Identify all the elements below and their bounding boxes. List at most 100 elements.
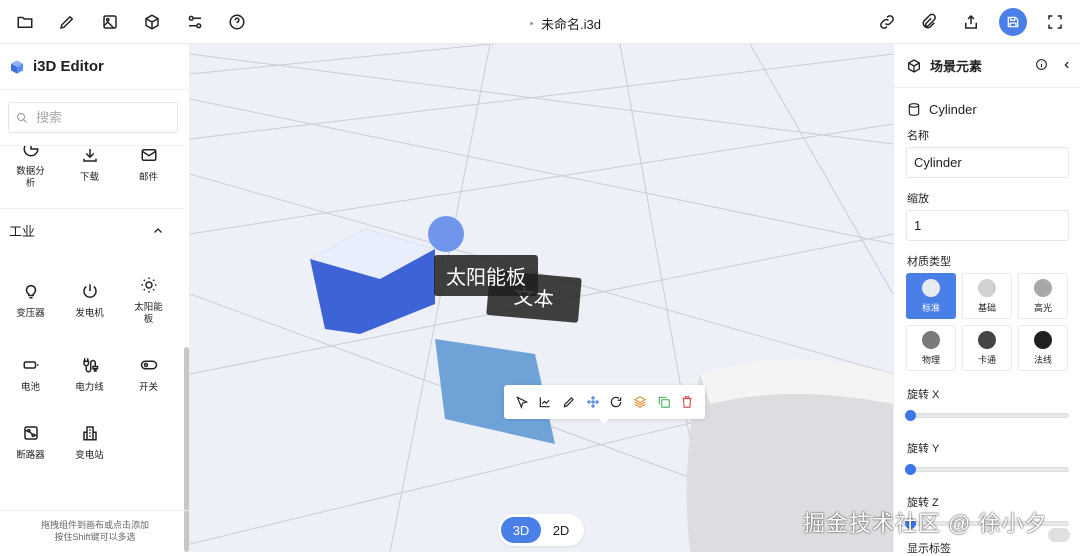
component-solar-panel[interactable]: 太阳能板 (119, 276, 178, 326)
layers-icon[interactable] (633, 395, 647, 409)
material-basic[interactable]: 基础 (962, 273, 1012, 319)
component-label: 开关 (138, 382, 158, 393)
building-icon (82, 426, 97, 441)
section-title: 工业 (9, 224, 36, 239)
component-label: 变压器 (16, 308, 45, 319)
view-mode-toggle: 3D 2D (498, 514, 584, 546)
sliders-icon[interactable] (175, 3, 215, 41)
power-icon (82, 284, 97, 298)
material-physical[interactable]: 物理 (906, 325, 956, 371)
material-phong[interactable]: 高光 (1018, 273, 1068, 319)
component-mail[interactable]: 邮件 (119, 146, 178, 208)
component-list: 数据分析 下载 邮件 工业 变压器 发电机 太阳能板 电池 电力线 开关 断路器… (0, 145, 184, 509)
toggle-icon (140, 360, 157, 370)
cylinder-icon (908, 103, 920, 116)
component-battery[interactable]: 电池 (1, 356, 60, 394)
name-input[interactable]: Cylinder (906, 147, 1069, 178)
save-button[interactable] (993, 3, 1032, 41)
image-icon[interactable] (90, 3, 130, 41)
search-box[interactable] (8, 102, 178, 133)
scale-label: 缩放 (907, 193, 929, 205)
file-name: 未命名.i3d (541, 17, 601, 32)
paperclip-icon[interactable] (909, 3, 948, 41)
logo-cube-icon (11, 59, 23, 74)
delete-icon[interactable] (680, 395, 694, 409)
download-icon (82, 149, 97, 162)
chevron-up-icon[interactable] (152, 225, 164, 237)
component-download[interactable]: 下载 (60, 146, 119, 208)
component-breaker[interactable]: 断路器 (1, 424, 60, 462)
mode-2d-button[interactable]: 2D (541, 517, 581, 543)
cube-icon (908, 58, 920, 73)
file-title: 未命名.i3d (530, 14, 601, 33)
chart-pie-icon (23, 146, 39, 157)
edit-icon[interactable] (562, 395, 576, 409)
component-label: 发电机 (75, 308, 104, 319)
object-toolbar (504, 385, 705, 424)
material-swatch (922, 330, 940, 349)
section-industry-header[interactable]: 工业 (0, 208, 184, 252)
app-name: i3D Editor (33, 58, 104, 75)
pencil-icon[interactable] (48, 3, 88, 41)
material-swatch (978, 330, 996, 349)
folder-icon[interactable] (5, 3, 45, 41)
material-swatch (1034, 278, 1052, 297)
chart-line-icon[interactable] (538, 395, 552, 409)
move-icon[interactable] (586, 395, 600, 409)
share-icon[interactable] (951, 3, 990, 41)
rotate-y-slider[interactable] (905, 464, 1069, 475)
material-label-text: 法线 (1033, 354, 1052, 365)
search-input[interactable] (36, 110, 156, 125)
component-substation[interactable]: 变电站 (60, 424, 119, 462)
material-label-text: 卡通 (977, 354, 996, 365)
material-swatch (922, 278, 940, 297)
panel-title: 场景元素 (930, 59, 983, 74)
component-label: 太阳能板 (134, 302, 163, 325)
help-icon[interactable] (218, 3, 258, 41)
material-label: 材质类型 (907, 256, 951, 268)
slider-thumb[interactable] (905, 464, 916, 475)
rotate-x-slider[interactable] (905, 410, 1069, 421)
breaker-icon (23, 426, 38, 440)
rotate-x-label: 旋转 X (907, 389, 940, 401)
rotate-y-label: 旋转 Y (907, 443, 940, 455)
plug-icon (82, 358, 98, 373)
component-power-line[interactable]: 电力线 (60, 356, 119, 394)
fullscreen-icon[interactable] (1035, 3, 1074, 41)
select-icon[interactable] (515, 395, 529, 409)
slider-thumb[interactable] (905, 410, 916, 421)
component-transformer[interactable]: 变压器 (1, 282, 60, 326)
info-icon[interactable] (1035, 58, 1048, 71)
material-label-text: 高光 (1033, 302, 1052, 313)
hint-line: 拖拽组件到画布或点击添加 (40, 520, 149, 530)
panel-header: 场景元素 (894, 44, 1080, 88)
app-logo: i3D Editor (0, 44, 189, 90)
object-name: Cylinder (929, 102, 977, 117)
rotate-icon[interactable] (609, 395, 623, 409)
component-data-analysis[interactable]: 数据分析 (1, 146, 60, 208)
scale-input[interactable]: 1 (906, 210, 1069, 241)
component-generator[interactable]: 发电机 (60, 282, 119, 326)
save-icon (998, 8, 1027, 36)
material-toon[interactable]: 卡通 (962, 325, 1012, 371)
material-normal[interactable]: 法线 (1018, 325, 1068, 371)
material-label-text: 物理 (921, 354, 940, 365)
cube-icon[interactable] (133, 3, 173, 41)
show-labels-toggle[interactable] (1048, 528, 1070, 542)
label-text: 太阳能板 (446, 267, 526, 289)
material-standard[interactable]: 标准 (906, 273, 956, 319)
component-label: 数据分析 (16, 166, 45, 189)
bulb-icon (25, 284, 36, 299)
component-label: 断路器 (16, 450, 45, 461)
link-icon[interactable] (867, 3, 906, 41)
search-icon (17, 112, 27, 123)
chevron-left-icon[interactable] (1062, 60, 1072, 70)
solar-panel-label[interactable]: 太阳能板 (434, 255, 538, 296)
3d-canvas[interactable]: 文本 太阳能板 3D 2D (190, 44, 893, 552)
material-label-text: 标准 (921, 302, 940, 313)
component-switch[interactable]: 开关 (119, 356, 178, 394)
mode-3d-button[interactable]: 3D (501, 517, 541, 543)
sphere[interactable] (428, 216, 464, 252)
selected-object: Cylinder (894, 88, 1080, 117)
copy-icon[interactable] (657, 395, 671, 409)
